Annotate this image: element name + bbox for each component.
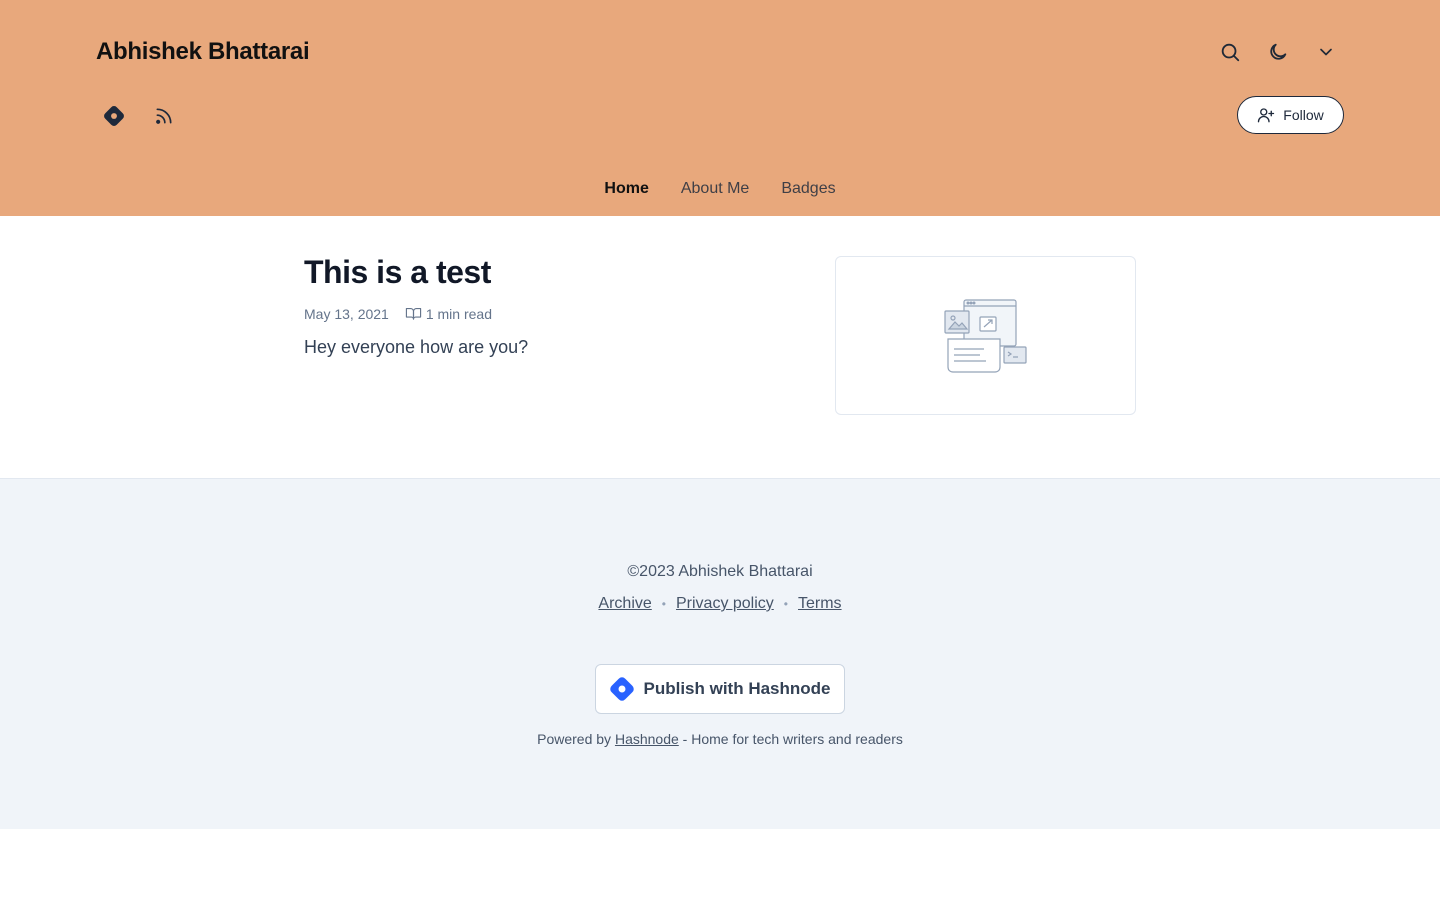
rss-icon [156,108,172,124]
main-nav: Home About Me Badges [0,180,1440,198]
menu-dropdown-button[interactable] [1308,34,1344,70]
search-icon [1221,43,1240,62]
placeholder-illustration-icon [943,298,1027,373]
blog-footer: ©2023 Abhishek Bhattarai Archive • Priva… [0,478,1440,829]
follow-button-label: Follow [1283,107,1324,123]
separator-dot: • [783,597,788,611]
post-date: May 13, 2021 [304,305,389,322]
powered-suffix: - Home for tech writers and readers [682,731,903,747]
user-plus-icon [1258,108,1275,123]
site-title[interactable]: Abhishek Bhattarai [96,38,310,66]
nav-item-badges[interactable]: Badges [781,180,835,198]
powered-prefix: Powered by [537,731,612,747]
hashnode-profile-link[interactable] [96,98,132,134]
hashnode-logo-icon [610,677,635,701]
footer-link-archive[interactable]: Archive [598,595,651,613]
post-meta: May 13, 2021 1 min read [304,305,492,322]
social-links [96,98,182,134]
post-title[interactable]: This is a test [304,254,491,291]
nav-item-about-me[interactable]: About Me [681,180,749,198]
footer-link-privacy-policy[interactable]: Privacy policy [676,595,774,613]
theme-toggle-button[interactable] [1260,34,1296,70]
separator-dot: • [661,597,666,611]
hashnode-logo-icon [104,106,124,126]
publish-button-label: Publish with Hashnode [643,679,831,698]
hashnode-link[interactable]: Hashnode [615,731,679,747]
powered-by-text: Powered by Hashnode - Home for tech writ… [0,731,1440,747]
chevron-down-icon [1320,48,1332,56]
post-excerpt[interactable]: Hey everyone how are you? [304,337,528,358]
post-thumbnail[interactable] [835,256,1136,415]
follow-button[interactable]: Follow [1237,96,1344,134]
footer-links: Archive • Privacy policy • Terms [0,595,1440,613]
read-time-label: 1 min read [425,305,492,322]
nav-item-home[interactable]: Home [604,180,648,198]
publish-with-hashnode-button[interactable]: Publish with Hashnode [595,664,845,714]
moon-icon [1270,43,1287,60]
rss-feed-link[interactable] [146,98,182,134]
book-open-icon [405,307,421,320]
copyright-text: ©2023 Abhishek Bhattarai [627,563,813,580]
blog-header: Abhishek Bhattarai Follow Home About Me … [0,0,1440,216]
search-button[interactable] [1212,34,1248,70]
post-read-time: 1 min read [405,305,492,322]
footer-link-terms[interactable]: Terms [798,595,842,613]
header-actions [1212,34,1344,70]
